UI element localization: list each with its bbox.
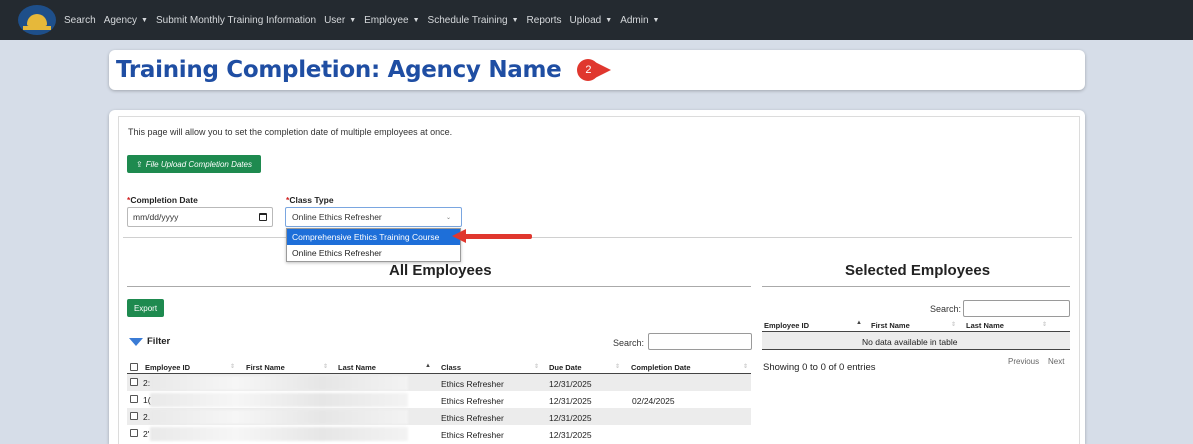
export-button[interactable]: Export: [127, 299, 164, 317]
due-date-cell: 12/31/2025: [549, 396, 592, 406]
nav-employee[interactable]: Employee ▼: [364, 15, 419, 26]
filter-funnel-icon: [129, 337, 143, 346]
employee-id-cell: 2:: [143, 378, 151, 388]
nav-upload[interactable]: Upload ▼: [570, 15, 613, 26]
completion-date-cell: 02/24/2025: [632, 396, 675, 406]
select-all-checkbox[interactable]: [130, 363, 138, 371]
sel-col-last-name[interactable]: Last Name: [966, 321, 1004, 330]
nav-submit-monthly[interactable]: Submit Monthly Training Information: [156, 15, 316, 26]
sel-col-employee-id[interactable]: Employee ID: [764, 321, 809, 330]
all-employees-search-label: Search:: [613, 338, 645, 348]
pagination-previous[interactable]: Previous: [1008, 357, 1039, 366]
due-date-cell: 12/31/2025: [549, 430, 592, 440]
sort-icon: ⇕: [743, 364, 749, 370]
sort-icon: ⇕: [230, 364, 236, 370]
col-last-name[interactable]: Last Name: [338, 363, 376, 372]
employee-id-cell: 2': [143, 429, 150, 439]
option-online-ethics-refresher[interactable]: Online Ethics Refresher: [287, 245, 460, 261]
class-cell: Ethics Refresher: [441, 379, 504, 389]
entries-info: Showing 0 to 0 of 0 entries: [763, 362, 876, 373]
col-completion-date[interactable]: Completion Date: [631, 363, 691, 372]
row-checkbox[interactable]: [130, 429, 138, 437]
sel-col-first-name[interactable]: First Name: [871, 321, 910, 330]
nav-schedule-training[interactable]: Schedule Training ▼: [428, 15, 519, 26]
due-date-cell: 12/31/2025: [549, 379, 592, 389]
file-upload-completion-dates-button[interactable]: ⇪ File Upload Completion Dates: [127, 155, 261, 173]
class-type-dropdown-list: Comprehensive Ethics Training Course Onl…: [286, 228, 461, 262]
page-title: Training Completion: Agency Name: [116, 57, 562, 83]
col-first-name[interactable]: First Name: [246, 363, 285, 372]
class-cell: Ethics Refresher: [441, 413, 504, 423]
nav-agency[interactable]: Agency ▼: [104, 15, 148, 26]
selected-employees-title: Selected Employees: [845, 262, 991, 279]
pagination-next[interactable]: Next: [1048, 357, 1064, 366]
class-type-select[interactable]: Online Ethics Refresher ⌄: [285, 207, 462, 227]
nav-search[interactable]: Search: [64, 15, 96, 26]
intro-text: This page will allow you to set the comp…: [128, 127, 453, 137]
row-checkbox[interactable]: [130, 412, 138, 420]
redacted-name-block: [150, 410, 408, 424]
col-employee-id[interactable]: Employee ID: [145, 363, 190, 372]
selected-search-input[interactable]: [963, 300, 1070, 317]
option-comprehensive-ethics[interactable]: Comprehensive Ethics Training Course: [287, 229, 460, 245]
page-header-card: Training Completion: Agency Name 2: [109, 50, 1085, 90]
caret-down-icon: ▼: [511, 16, 519, 24]
class-cell: Ethics Refresher: [441, 396, 504, 406]
due-date-cell: 12/31/2025: [549, 413, 592, 423]
chevron-down-icon: ⌄: [445, 215, 451, 221]
sort-asc-icon: ▲: [856, 320, 862, 326]
selected-employees-rule: [762, 286, 1070, 287]
col-class[interactable]: Class: [441, 363, 461, 372]
caret-down-icon: ▼: [141, 16, 148, 24]
annotation-arrow: [460, 234, 532, 239]
caret-down-icon: ▼: [652, 16, 660, 24]
filter-toggle[interactable]: Filter: [129, 336, 170, 347]
caret-down-icon: ▼: [349, 16, 357, 24]
redacted-name-block: [150, 376, 408, 390]
sort-asc-icon: ▲: [425, 363, 431, 369]
sort-icon: ⇕: [951, 322, 957, 328]
all-employees-title: All Employees: [389, 262, 492, 279]
top-navbar: Search Agency ▼ Submit Monthly Training I…: [0, 0, 1193, 40]
all-employees-search-input[interactable]: [648, 333, 752, 350]
completion-date-label: *Completion Date: [127, 195, 198, 205]
upload-icon: ⇪: [136, 159, 143, 169]
caret-down-icon: ▼: [412, 16, 420, 24]
nav-user[interactable]: User ▼: [324, 15, 356, 26]
sort-icon: ⇕: [323, 364, 329, 370]
selected-search-label: Search:: [930, 304, 962, 314]
caret-down-icon: ▼: [605, 16, 613, 24]
annotation-arrowhead-icon: [452, 229, 466, 243]
divider: [123, 237, 1072, 238]
redacted-name-block: [150, 393, 408, 407]
redacted-name-block: [150, 427, 408, 441]
all-employees-rule: [127, 286, 751, 287]
empty-table-text: No data available in table: [862, 337, 958, 347]
calendar-icon[interactable]: [259, 213, 267, 221]
row-checkbox[interactable]: [130, 378, 138, 386]
class-cell: Ethics Refresher: [441, 430, 504, 440]
sort-icon: ⇕: [1042, 322, 1048, 328]
completion-date-input[interactable]: mm/dd/yyyy: [127, 207, 273, 227]
nav-reports[interactable]: Reports: [527, 15, 562, 26]
sort-icon: ⇕: [615, 364, 621, 370]
nav-admin[interactable]: Admin ▼: [620, 15, 659, 26]
row-checkbox[interactable]: [130, 395, 138, 403]
class-type-label: *Class Type: [286, 195, 334, 205]
agency-seal-logo[interactable]: [18, 5, 56, 35]
col-due-date[interactable]: Due Date: [549, 363, 582, 372]
annotation-badge: 2: [577, 59, 615, 81]
sort-icon: ⇕: [534, 364, 540, 370]
employee-id-cell: 2.: [143, 412, 151, 422]
employee-id-cell: 1(: [143, 395, 151, 405]
selected-footer-rule: [762, 349, 1070, 350]
